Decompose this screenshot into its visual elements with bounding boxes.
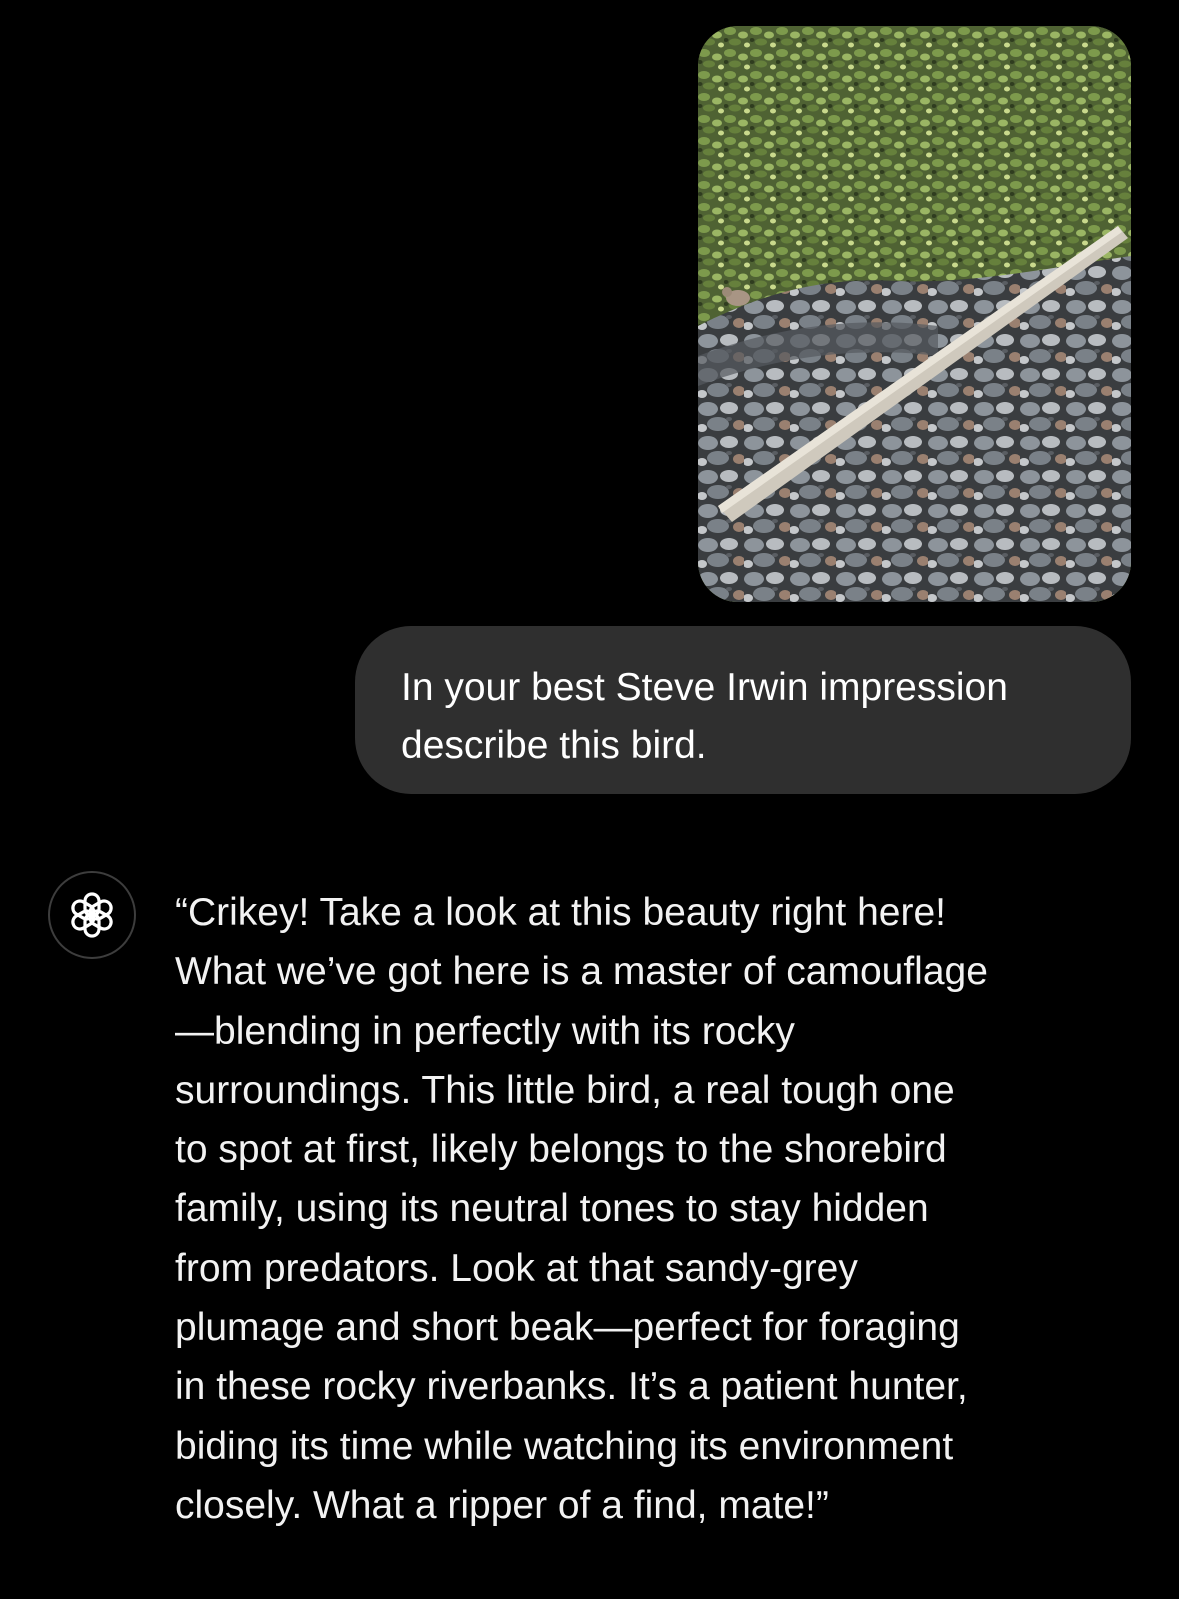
user-message-bubble: In your best Steve Irwin impression desc… <box>355 626 1131 794</box>
bird-photo-icon <box>698 26 1131 602</box>
user-uploaded-image[interactable] <box>698 26 1131 602</box>
openai-logo-icon <box>71 892 113 938</box>
assistant-avatar <box>48 871 136 959</box>
assistant-message-text: “Crikey! Take a look at this beauty righ… <box>175 891 988 1527</box>
user-message-text: In your best Steve Irwin impression desc… <box>401 666 1008 767</box>
